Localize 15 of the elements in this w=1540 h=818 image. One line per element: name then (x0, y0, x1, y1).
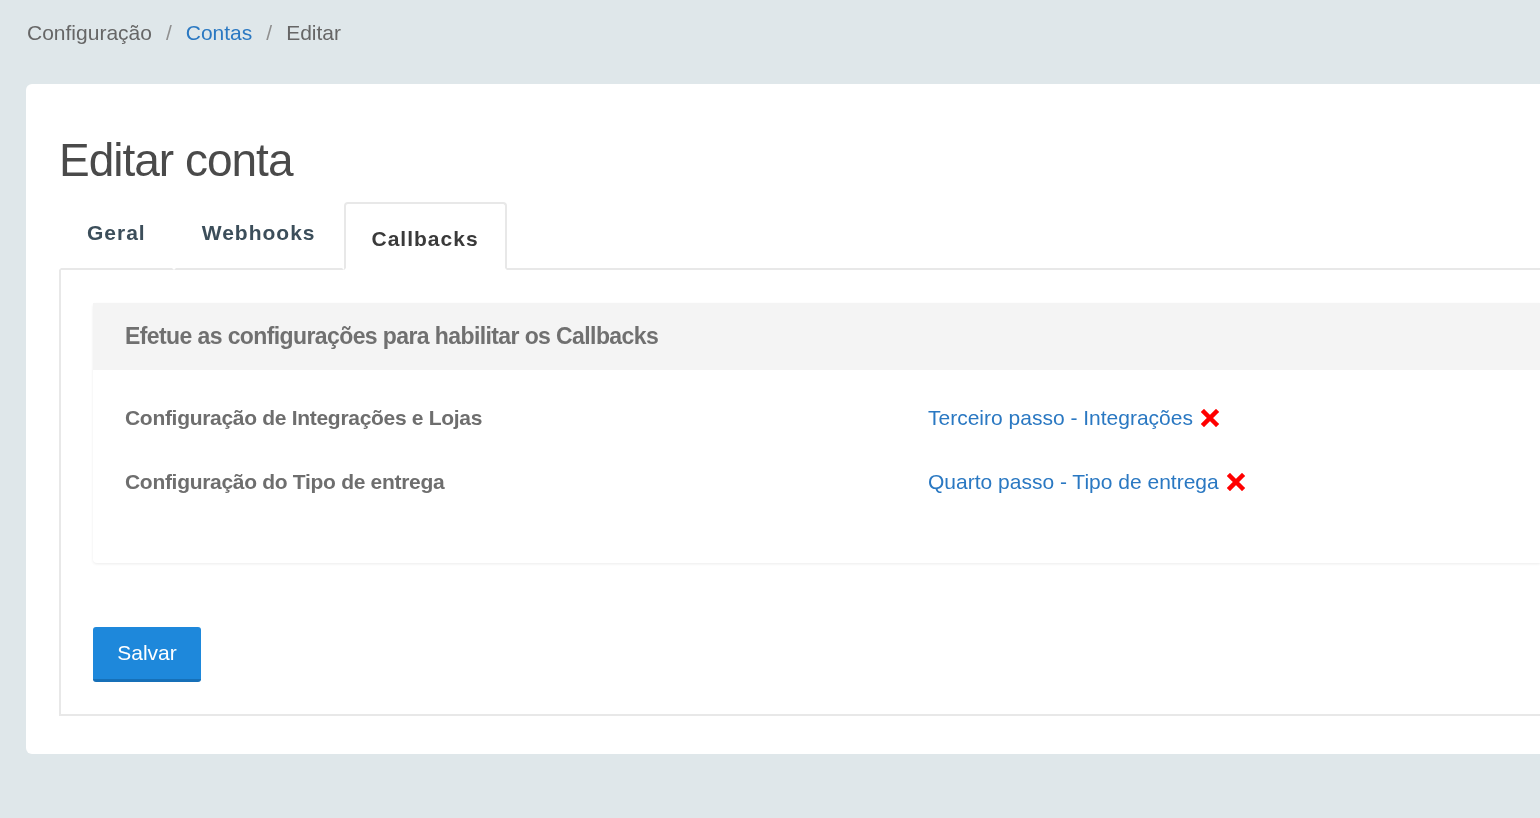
breadcrumb-separator: / (266, 21, 273, 45)
setting-label: Configuração de Integrações e Lojas (125, 406, 484, 430)
save-button[interactable]: Salvar (93, 627, 201, 682)
step-link[interactable]: Terceiro passo - Integrações (928, 406, 1193, 430)
setting-label: Configuração do Tipo de entrega (125, 470, 446, 494)
tab[interactable]: Webhooks (173, 220, 344, 270)
tab[interactable]: Callbacks (343, 202, 507, 270)
tab[interactable]: Geral (59, 220, 174, 270)
breadcrumb-link[interactable]: Contas (185, 21, 253, 45)
breadcrumb-item: Configuração (27, 21, 152, 45)
panel-heading: Efetue as configurações para habilitar os Callbacks (125, 323, 659, 350)
page-title: Editar conta (59, 133, 295, 188)
step-link[interactable]: Quarto passo - Tipo de entrega (928, 470, 1219, 494)
breadcrumb-item: Editar (286, 21, 341, 45)
breadcrumb-separator: / (165, 21, 172, 45)
